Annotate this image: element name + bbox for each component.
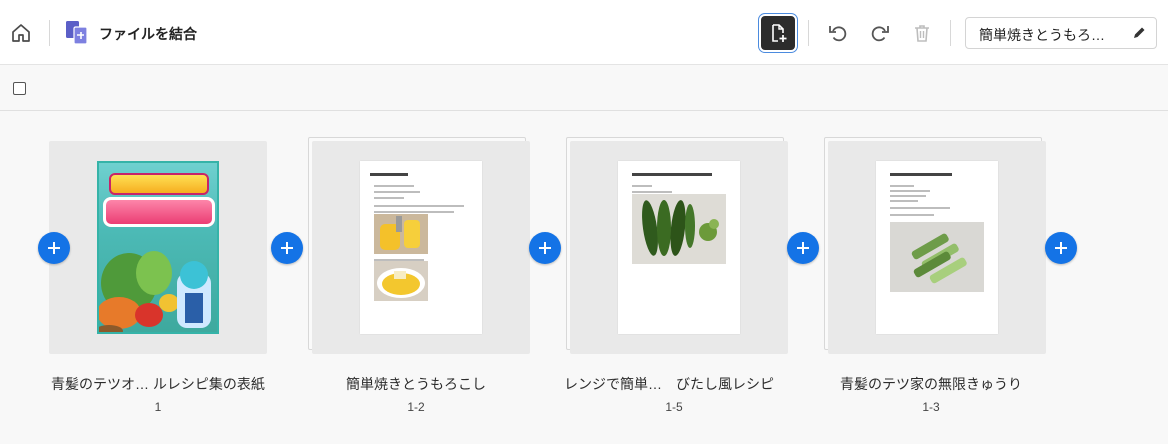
page-photo (890, 222, 984, 292)
file-name-label: 青髪のテツ家の無限きゅうり (840, 376, 1022, 392)
plus-icon (797, 242, 809, 254)
page-range-label: 1-5 (665, 400, 683, 414)
page-text-line (632, 185, 652, 187)
page-photo (374, 261, 428, 301)
cover-thumbnail (97, 161, 219, 334)
add-file-button[interactable] (761, 16, 795, 50)
file-card[interactable] (308, 137, 530, 354)
undo-button[interactable] (821, 16, 855, 50)
combine-files-icon (64, 20, 90, 46)
page-thumbnail (618, 161, 740, 334)
page-text-line (890, 207, 950, 209)
file-name-label: 簡単焼きとうもろこし (346, 376, 486, 392)
plus-icon (281, 242, 293, 254)
pencil-icon[interactable] (1131, 25, 1147, 41)
file-card[interactable] (49, 141, 267, 354)
page-title-line (890, 173, 952, 176)
cover-banner (109, 173, 209, 195)
app-title: ファイルを結合 (99, 26, 197, 42)
trash-icon (915, 25, 929, 42)
page-title-line (370, 173, 408, 176)
insert-file-button[interactable] (787, 232, 819, 264)
undo-icon (829, 26, 847, 42)
redo-icon (871, 26, 889, 42)
page-title-line (632, 173, 712, 176)
filename-field[interactable]: 簡単焼きとうもろ… (965, 17, 1157, 49)
selection-bar (0, 65, 1168, 111)
delete-button[interactable] (905, 16, 939, 50)
cover-banner (103, 197, 215, 227)
home-icon[interactable] (9, 21, 33, 45)
page-thumbnail (876, 161, 998, 334)
page-text-line (374, 211, 454, 213)
page-text-line (632, 191, 672, 193)
page-text-line (374, 191, 420, 193)
plus-icon (1055, 242, 1067, 254)
page-range-label: 1-3 (922, 400, 940, 414)
page-text-line (890, 185, 914, 187)
file-name-label: 青髪のテツオ… ルレシピ集の表紙 (51, 376, 265, 392)
page-text-line (890, 214, 934, 216)
insert-file-button[interactable] (271, 232, 303, 264)
select-all-checkbox[interactable] (13, 82, 26, 95)
toolbar-divider (950, 20, 951, 46)
page-text-line (890, 190, 930, 192)
file-card[interactable] (566, 137, 788, 354)
page-text-line (374, 205, 464, 207)
page-text-line (374, 185, 414, 187)
plus-icon (539, 242, 551, 254)
insert-file-button[interactable] (1045, 232, 1077, 264)
page-text-line (374, 197, 404, 199)
insert-file-button[interactable] (529, 232, 561, 264)
insert-file-button[interactable] (38, 232, 70, 264)
page-text-line (890, 200, 918, 202)
page-range-label: 1 (154, 400, 162, 414)
page-range-label: 1-2 (407, 400, 425, 414)
page-thumbnail (360, 161, 482, 334)
vegetables-image (99, 251, 211, 332)
add-file-icon (772, 24, 787, 42)
file-card[interactable] (824, 137, 1046, 354)
file-name-label: レンジで簡単… びたし風レシピ (564, 376, 774, 392)
filename-text: 簡単焼きとうもろ… (979, 27, 1105, 43)
toolbar-divider (49, 20, 50, 46)
plus-icon (48, 242, 60, 254)
page-photo (632, 194, 726, 264)
page-text-line (890, 195, 926, 197)
top-toolbar: ファイルを結合 簡単焼きとうもろ… (0, 0, 1168, 65)
page-photo (374, 214, 428, 254)
redo-button[interactable] (863, 16, 897, 50)
toolbar-divider (808, 20, 809, 46)
